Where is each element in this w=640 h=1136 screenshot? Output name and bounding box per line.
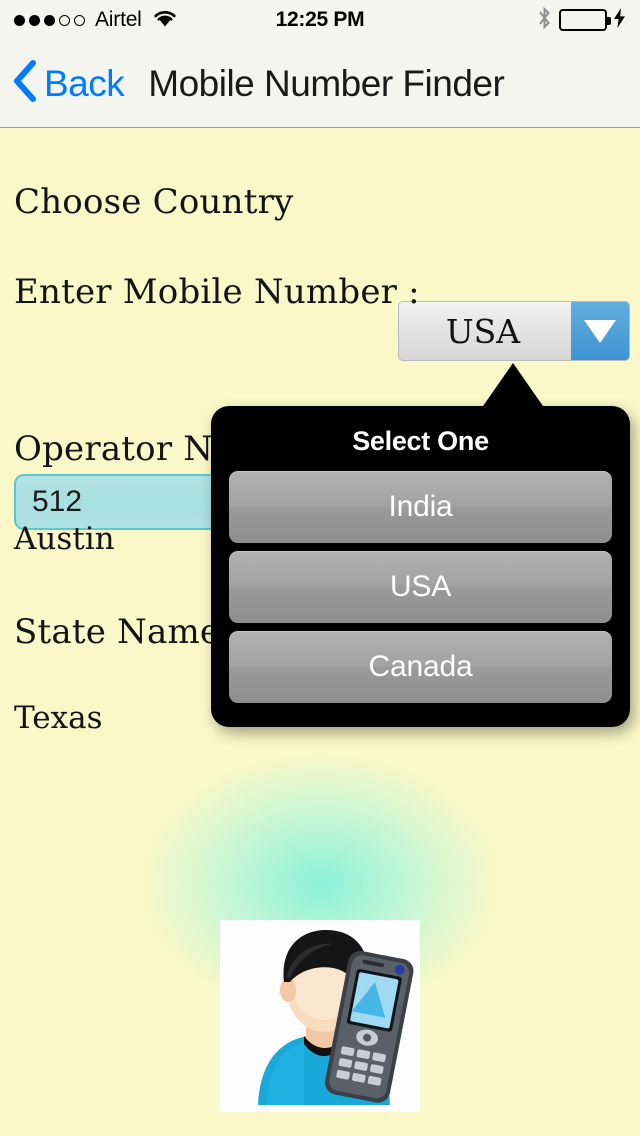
person-with-mobile-phone-icon xyxy=(220,920,420,1112)
state-name-value: Texas xyxy=(14,700,103,736)
page-title: Mobile Number Finder xyxy=(148,62,505,104)
bluetooth-icon xyxy=(537,6,552,35)
popover-option-list: India USA Canada xyxy=(229,471,612,703)
country-select-popover: Select One India USA Canada xyxy=(211,406,630,727)
main-content: Choose Country USA Enter Mobile Number :… xyxy=(0,129,640,1136)
back-button-label: Back xyxy=(44,62,125,104)
enter-mobile-label: Enter Mobile Number : xyxy=(14,272,420,312)
popover-option-india[interactable]: India xyxy=(229,471,612,543)
popover-title: Select One xyxy=(352,426,489,456)
back-button[interactable]: Back xyxy=(12,60,125,107)
country-select-button[interactable]: USA xyxy=(398,301,630,361)
popover-option-usa[interactable]: USA xyxy=(229,551,612,623)
choose-country-label: Choose Country xyxy=(14,182,294,222)
app-screen: Airtel 12:25 PM Back Mobile Number Finde… xyxy=(0,0,640,1136)
popover-arrow xyxy=(481,363,545,409)
triangle-down-icon xyxy=(571,302,629,360)
status-bar-right xyxy=(537,0,626,40)
popover-option-canada[interactable]: Canada xyxy=(229,631,612,703)
battery-icon xyxy=(559,9,611,31)
status-bar: Airtel 12:25 PM xyxy=(0,0,640,40)
country-select-value: USA xyxy=(445,311,521,351)
state-name-label: State Name : xyxy=(14,612,243,652)
lightning-bolt-icon xyxy=(614,7,626,33)
chevron-left-icon xyxy=(12,60,38,107)
navigation-bar: Back Mobile Number Finder xyxy=(0,40,640,128)
operator-name-value: Austin xyxy=(14,521,115,557)
